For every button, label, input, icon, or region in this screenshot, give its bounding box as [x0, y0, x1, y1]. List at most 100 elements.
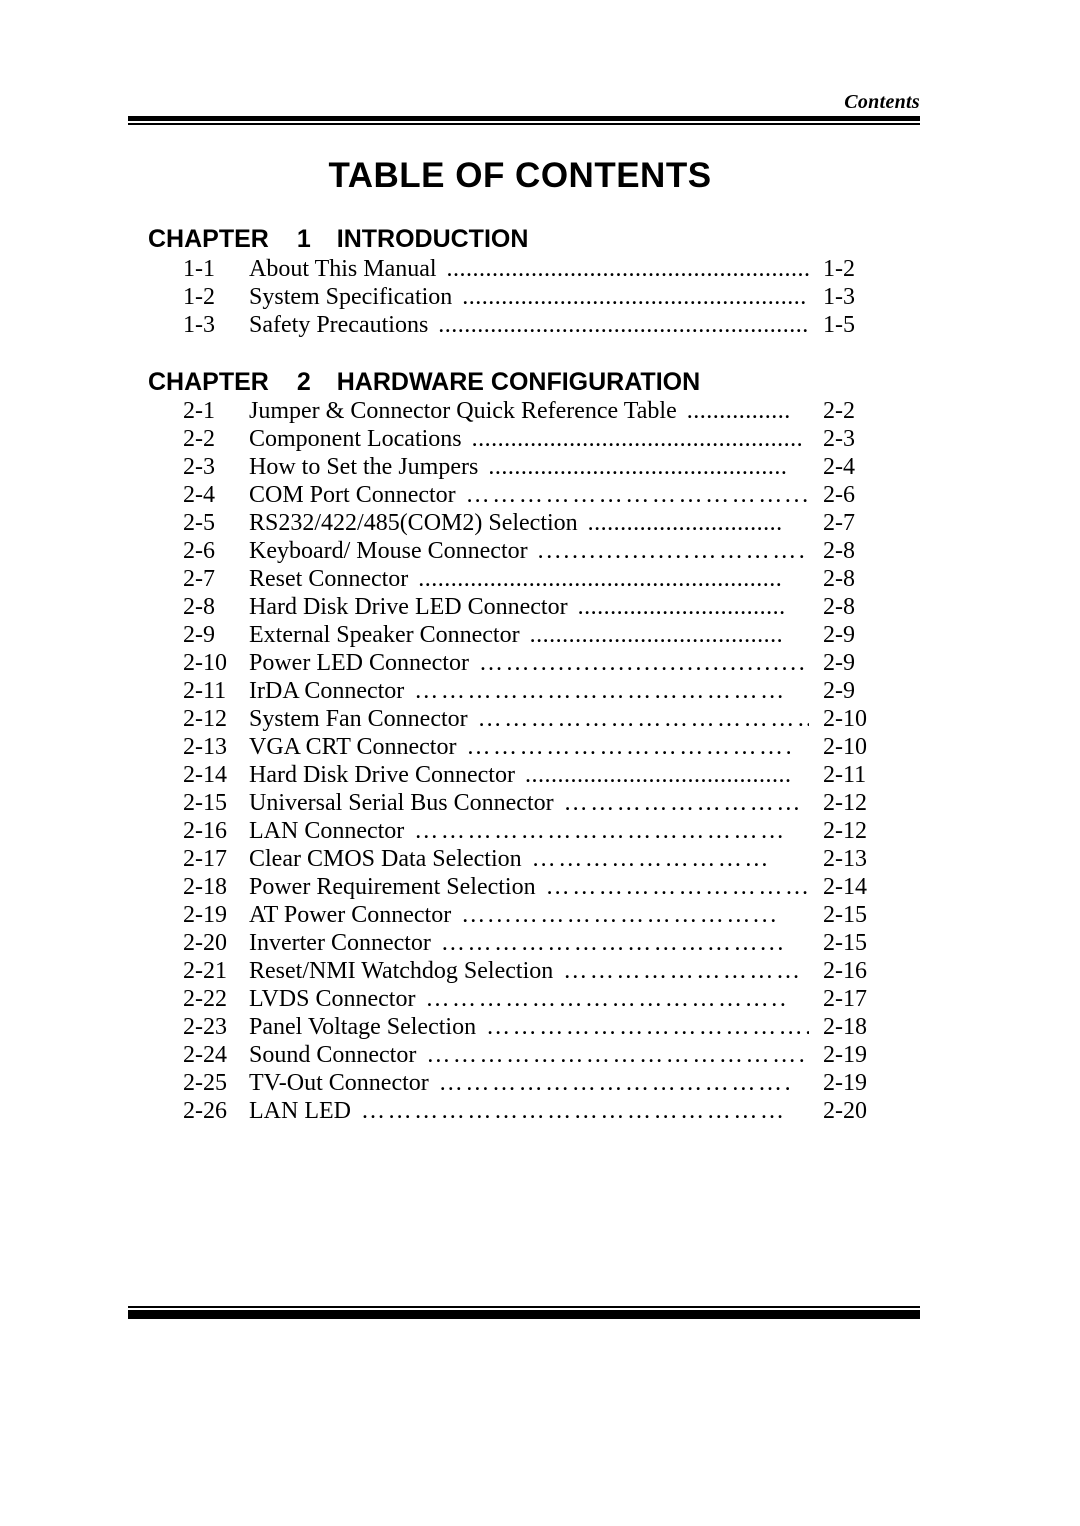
chapter-title: INTRODUCTION	[336, 225, 529, 253]
toc-entry-leader: ……………………………………	[414, 678, 787, 704]
toc-entry[interactable]: 2-19 AT Power Connector …...………………………... 2-…	[0, 901, 1080, 929]
toc-entry[interactable]: 2-3 How to Set the Jumpers...............…	[0, 453, 1080, 481]
toc-entry-page: 2-3	[823, 426, 855, 452]
chapter-label: CHAPTER	[148, 367, 269, 396]
toc-entry-text: Clear CMOS Data Selection ………………………	[249, 845, 771, 873]
toc-entry-leader: ..................…………..	[537, 538, 809, 564]
toc-entry-title: LAN LED	[249, 1098, 351, 1124]
toc-entry-number: 2-22	[183, 986, 227, 1012]
toc-entry[interactable]: 2-8 Hard Disk Drive LED Connector........…	[0, 593, 1080, 621]
toc-entry-leader: ………………………	[563, 790, 804, 816]
toc-entry-page: 2-10	[823, 734, 867, 760]
toc-entry-page: 2-17	[823, 986, 867, 1012]
toc-entry-leader: ………………………	[531, 846, 772, 872]
running-head: Contents	[844, 91, 920, 113]
toc-entry[interactable]: 2-24 Sound Connector ……………………………………. 2-19	[0, 1041, 1080, 1069]
toc-entry-text: Safety Precautions......................…	[249, 311, 809, 339]
toc-entry-text: How to Set the Jumpers..................…	[249, 453, 787, 481]
toc-entry[interactable]: 1-2 System Specification.................…	[0, 283, 1080, 311]
toc-entry-page: 2-12	[823, 818, 867, 844]
chapter-spacer	[0, 339, 1080, 368]
toc-entry[interactable]: 2-26 LAN LED ………………………………………… 2-20	[0, 1097, 1080, 1125]
toc-entry[interactable]: 2-13 VGA CRT Connector ………………………………. 2-10	[0, 733, 1080, 761]
toc-entry-page: 1-5	[823, 311, 855, 338]
toc-entry[interactable]: 2-2 Component Locations..................…	[0, 425, 1080, 453]
toc-entry-number: 2-10	[183, 650, 227, 676]
toc-entry[interactable]: 2-7 Reset Connector......................…	[0, 565, 1080, 593]
toc-entry-number: 2-17	[183, 846, 227, 872]
toc-entry-text: Panel Voltage Selection ………………………………..	[249, 1013, 809, 1041]
toc-entry-leader: ………………………………….	[438, 1070, 794, 1096]
toc-entry-text: Power LED Connector ……...................…	[249, 649, 809, 677]
toc-entry-text: Hard Disk Drive Connector...............…	[249, 761, 791, 789]
toc-entry-page: 2-15	[823, 902, 867, 928]
toc-entry-title: Sound Connector	[249, 1042, 417, 1068]
toc-entry[interactable]: 2-17 Clear CMOS Data Selection ……………………… 2-…	[0, 845, 1080, 873]
toc-entry[interactable]: 1-1 About This Manual....................…	[0, 255, 1080, 283]
toc-entry[interactable]: 2-9 External Speaker Connector...........…	[0, 621, 1080, 649]
toc-entry-title: Hard Disk Drive Connector	[249, 762, 515, 788]
chapter-block: CHAPTER 2 HARDWARE CONFIGURATION 2-1 Jumper …	[0, 368, 1080, 1126]
toc-entry[interactable]: 2-15 Universal Serial Bus Connector …………………	[0, 789, 1080, 817]
toc-entry-text: LVDS Connector …………………………………..	[249, 985, 788, 1013]
toc-entry-title: Panel Voltage Selection	[249, 1014, 477, 1040]
toc-entry-leader: ………………………	[563, 958, 803, 984]
toc-entry[interactable]: 2-10 Power LED Connector ……...............…	[0, 649, 1080, 677]
toc-entry-title: Universal Serial Bus Connector	[249, 790, 554, 816]
toc-entry[interactable]: 2-14 Hard Disk Drive Connector...........…	[0, 761, 1080, 789]
toc-entry[interactable]: 2-6 Keyboard/ Mouse Connector............…	[0, 537, 1080, 565]
toc-entry[interactable]: 2-4 COM Port Connector ………………………………... 2-6	[0, 481, 1080, 509]
toc-entry-title: Inverter Connector	[249, 930, 431, 956]
toc-entry-page: 2-8	[823, 594, 855, 620]
chapter-block: CHAPTER 1 INTRODUCTION 1-1 About This Manual…	[0, 225, 1080, 339]
toc-entry-number: 2-21	[183, 958, 227, 984]
toc-entry-leader: .......................................	[529, 622, 784, 648]
toc-entry-text: Sound Connector …………………………………….	[249, 1041, 807, 1069]
chapter-entry-list: 2-1 Jumper & Connector Quick Reference Ta…	[0, 397, 1080, 1125]
toc-entry-title: AT Power Connector	[249, 902, 452, 928]
toc-entry[interactable]: 2-23 Panel Voltage Selection ……………………………….…	[0, 1013, 1080, 1041]
toc-entry[interactable]: 2-11 IrDA Connector …………………………………… 2-9	[0, 677, 1080, 705]
toc-entry-text: Keyboard/ Mouse Connector...............…	[249, 537, 809, 565]
toc-entry-title: COM Port Connector	[249, 482, 456, 508]
toc-entry-number: 1-2	[183, 283, 215, 310]
toc-entry-leader: ………………………………..	[486, 1014, 809, 1040]
chapter-label: CHAPTER	[148, 225, 269, 253]
toc-entry-number: 2-9	[183, 622, 215, 648]
toc-entry-page: 1-2	[823, 255, 855, 282]
toc-entry-leader: ………………………………...	[440, 930, 786, 956]
toc-entry[interactable]: 2-12 System Fan Connector ………………………………… 2-1…	[0, 705, 1080, 733]
toc-entry[interactable]: 2-21 Reset/NMI Watchdog Selection ………………………	[0, 957, 1080, 985]
toc-entry-text: IrDA Connector ……………………………………	[249, 677, 787, 705]
toc-entry[interactable]: 2-25 TV-Out Connector …………………………………. 2-19	[0, 1069, 1080, 1097]
toc-entry[interactable]: 2-1 Jumper & Connector Quick Reference Ta…	[0, 397, 1080, 425]
toc-entry-leader: …………………………………….	[426, 1042, 808, 1068]
toc-entry-text: TV-Out Connector ………………………………….	[249, 1069, 793, 1097]
toc-entry-title: Clear CMOS Data Selection	[249, 846, 522, 872]
toc-entry-title: Power LED Connector	[249, 650, 469, 676]
toc-entry-title: Hard Disk Drive LED Connector	[249, 594, 568, 620]
header-rule-thin	[128, 123, 920, 125]
toc-entry[interactable]: 2-18 Power Requirement Selection …………………………	[0, 873, 1080, 901]
toc-entry-title: System Specification	[249, 283, 453, 310]
toc-entry-page: 2-18	[823, 1014, 867, 1040]
toc-entry[interactable]: 2-20 Inverter Connector ………………………………... 2-1…	[0, 929, 1080, 957]
toc-entry-page: 2-9	[823, 650, 855, 676]
toc-entry-title: External Speaker Connector	[249, 622, 520, 648]
toc-entry-text: AT Power Connector …...………………………...	[249, 901, 779, 929]
toc-entry-title: LVDS Connector	[249, 986, 416, 1012]
toc-entry-page: 1-3	[823, 283, 855, 310]
toc-entry[interactable]: 1-3 Safety Precautions...................…	[0, 311, 1080, 339]
toc-entry-number: 2-8	[183, 594, 215, 620]
toc-entry-number: 2-2	[183, 426, 215, 452]
toc-entry[interactable]: 2-5 RS232/422/485(COM2) Selection........…	[0, 509, 1080, 537]
toc-entry-page: 2-11	[823, 762, 867, 788]
toc-entry-text: VGA CRT Connector ……………………………….	[249, 733, 794, 761]
toc-entry-text: Reset Connector.........................…	[249, 565, 782, 593]
toc-entry-leader: ................................	[577, 594, 786, 620]
toc-entry-number: 2-16	[183, 818, 227, 844]
toc-entry-page: 2-8	[823, 538, 855, 564]
toc-entry-leader: ........................................…	[418, 566, 783, 592]
toc-entry[interactable]: 2-22 LVDS Connector ………………………………….. 2-17	[0, 985, 1080, 1013]
toc-entry[interactable]: 2-16 LAN Connector …………………………………… 2-12	[0, 817, 1080, 845]
